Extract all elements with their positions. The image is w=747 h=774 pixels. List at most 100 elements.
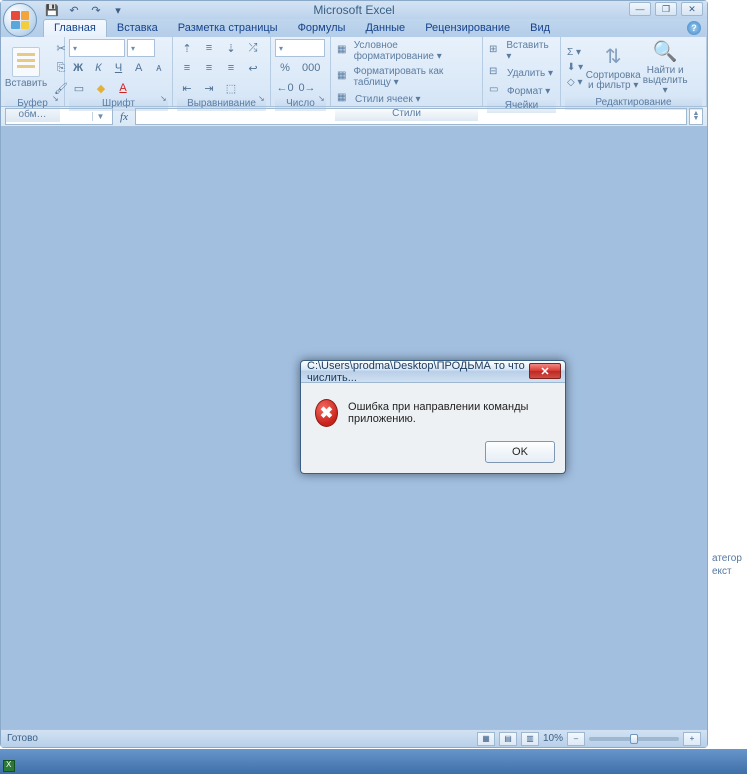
insert-function-button[interactable]: fx [115, 111, 133, 123]
format-as-table[interactable]: ▦Форматировать как таблицу ▾ [335, 65, 478, 89]
clear[interactable]: ◇ ▾ [565, 76, 585, 89]
alignment-launcher[interactable]: ↘ [258, 94, 268, 104]
group-styles: ▦Условное форматирование ▾ ▦Форматироват… [331, 37, 483, 106]
background-text: атегор екст [712, 552, 742, 578]
increase-decimal[interactable]: ←0 [275, 79, 295, 97]
group-alignment: ⇡ ≡ ⇣ ⤮ ≡ ≡ ≡ ↩ ⇤ ⇥ ⬚ [173, 37, 271, 106]
align-right[interactable]: ≡ [221, 59, 241, 77]
cell-styles[interactable]: ▦Стили ячеек ▾ [335, 91, 478, 107]
align-middle[interactable]: ≡ [199, 39, 219, 57]
sort-filter-button[interactable]: ⇅ Сортировка и фильтр ▾ [589, 44, 637, 91]
clipboard-icon [12, 47, 40, 77]
zoom-thumb[interactable] [630, 734, 638, 744]
workspace: C:\Users\prodma\Desktop\ПРОДЬМА то что ч… [1, 127, 707, 729]
qat-redo[interactable]: ↷ [87, 2, 105, 18]
cellstyles-icon: ▦ [337, 92, 351, 106]
font-color-button[interactable]: A [113, 79, 133, 97]
number-format-combo[interactable]: ▾ [275, 39, 325, 57]
font-launcher[interactable]: ↘ [160, 94, 170, 104]
ribbon-tabs: Главная Вставка Разметка страницы Формул… [1, 19, 707, 37]
underline-button[interactable]: Ч [109, 59, 127, 77]
number-launcher[interactable]: ↘ [318, 94, 328, 104]
fill-color-button[interactable]: ◆ [91, 79, 111, 97]
dialog-close-button[interactable]: ✕ [529, 363, 561, 379]
align-center[interactable]: ≡ [199, 59, 219, 77]
group-styles-label: Стили [335, 107, 478, 121]
find-select-button[interactable]: 🔍 Найти и выделить ▾ [641, 39, 689, 96]
group-cells: ⊞Вставить ▾ ⊟Удалить ▾ ▭Формат ▾ Ячейки [483, 37, 561, 106]
dialog-title: C:\Users\prodma\Desktop\ПРОДЬМА то что ч… [307, 360, 565, 384]
clipboard-launcher[interactable]: ↘ [52, 94, 62, 104]
group-editing-label: Редактирование [565, 96, 702, 110]
conditional-icon: ▦ [337, 44, 350, 58]
ribbon: Вставить ✂ ⎘ 🖌 Буфер обм… ↘ ▾ ▾ [1, 37, 707, 107]
italic-button[interactable]: К [89, 59, 107, 77]
dialog-message: Ошибка при направлении команды приложени… [348, 401, 551, 425]
align-left[interactable]: ≡ [177, 59, 197, 77]
view-page-break[interactable]: ▥ [521, 732, 539, 746]
title-bar: 💾 ↶ ↷ ▾ Microsoft Excel ― ❐ ✕ [1, 1, 707, 19]
office-button[interactable] [3, 3, 37, 37]
status-ready: Готово [7, 733, 38, 744]
format-cells[interactable]: ▭Формат ▾ [487, 83, 556, 99]
zoom-in[interactable]: + [683, 732, 701, 746]
tab-insert[interactable]: Вставка [107, 20, 168, 37]
group-clipboard: Вставить ✂ ⎘ 🖌 Буфер обм… ↘ [1, 37, 65, 106]
zoom-slider[interactable] [589, 737, 679, 741]
increase-indent[interactable]: ⇥ [199, 79, 219, 97]
qat-undo[interactable]: ↶ [65, 2, 83, 18]
shrink-font-button[interactable]: ᴀ [150, 59, 168, 77]
tab-pagelayout[interactable]: Разметка страницы [168, 20, 288, 37]
orientation[interactable]: ⤮ [243, 39, 263, 57]
error-icon: ✖ [315, 399, 338, 427]
window-minimize[interactable]: ― [629, 2, 651, 16]
wrap-text[interactable]: ↩ [243, 59, 263, 77]
quick-access-toolbar: 💾 ↶ ↷ ▾ [43, 2, 127, 18]
font-name-combo[interactable]: ▾ [69, 39, 125, 57]
bold-button[interactable]: Ж [69, 59, 87, 77]
decrease-indent[interactable]: ⇤ [177, 79, 197, 97]
view-page-layout[interactable]: ▤ [499, 732, 517, 746]
format-icon: ▭ [489, 84, 503, 98]
grow-font-button[interactable]: A [130, 59, 148, 77]
decrease-decimal[interactable]: 0→ [297, 79, 317, 97]
zoom-percent: 10% [543, 733, 563, 744]
status-bar: Готово ▦ ▤ ▥ 10% – + [1, 729, 707, 747]
app-window: 💾 ↶ ↷ ▾ Microsoft Excel ― ❐ ✕ Главная Вс… [0, 0, 708, 748]
tab-view[interactable]: Вид [520, 20, 560, 37]
help-button[interactable]: ? [687, 21, 701, 35]
autosum[interactable]: Σ ▾ [565, 46, 585, 59]
dialog-ok-button[interactable]: OK [485, 441, 555, 463]
dialog-title-bar[interactable]: C:\Users\prodma\Desktop\ПРОДЬМА то что ч… [301, 361, 565, 383]
delete-icon: ⊟ [489, 66, 503, 80]
conditional-formatting[interactable]: ▦Условное форматирование ▾ [335, 39, 478, 63]
group-cells-label: Ячейки [487, 99, 556, 113]
tab-home[interactable]: Главная [43, 19, 107, 37]
group-font: ▾ ▾ Ж К Ч A ᴀ ▭ ◆ A [65, 37, 173, 106]
name-box-dropdown[interactable]: ▼ [92, 112, 108, 121]
zoom-out[interactable]: – [567, 732, 585, 746]
window-close[interactable]: ✕ [681, 2, 703, 16]
fill[interactable]: ⬇ ▾ [565, 61, 585, 74]
border-button[interactable]: ▭ [69, 79, 89, 97]
merge-cells[interactable]: ⬚ [221, 79, 241, 97]
tab-review[interactable]: Рецензирование [415, 20, 520, 37]
paste-button[interactable]: Вставить [5, 47, 47, 89]
formula-expand[interactable]: ▲▼ [689, 108, 703, 125]
window-maximize[interactable]: ❐ [655, 2, 677, 16]
align-top[interactable]: ⇡ [177, 39, 197, 57]
percent-style[interactable]: % [275, 59, 295, 77]
comma-style[interactable]: 000 [297, 59, 325, 77]
view-normal[interactable]: ▦ [477, 732, 495, 746]
align-bottom[interactable]: ⇣ [221, 39, 241, 57]
qat-save[interactable]: 💾 [43, 2, 61, 18]
tab-formulas[interactable]: Формулы [288, 20, 356, 37]
group-number: ▾ % 000 ←0 0→ Число ↘ [271, 37, 331, 106]
table-icon: ▦ [337, 70, 349, 84]
qat-customize[interactable]: ▾ [109, 2, 127, 18]
taskbar-excel-icon[interactable] [3, 760, 15, 772]
font-size-combo[interactable]: ▾ [127, 39, 155, 57]
delete-cells[interactable]: ⊟Удалить ▾ [487, 65, 556, 81]
insert-cells[interactable]: ⊞Вставить ▾ [487, 39, 556, 63]
tab-data[interactable]: Данные [355, 20, 415, 37]
